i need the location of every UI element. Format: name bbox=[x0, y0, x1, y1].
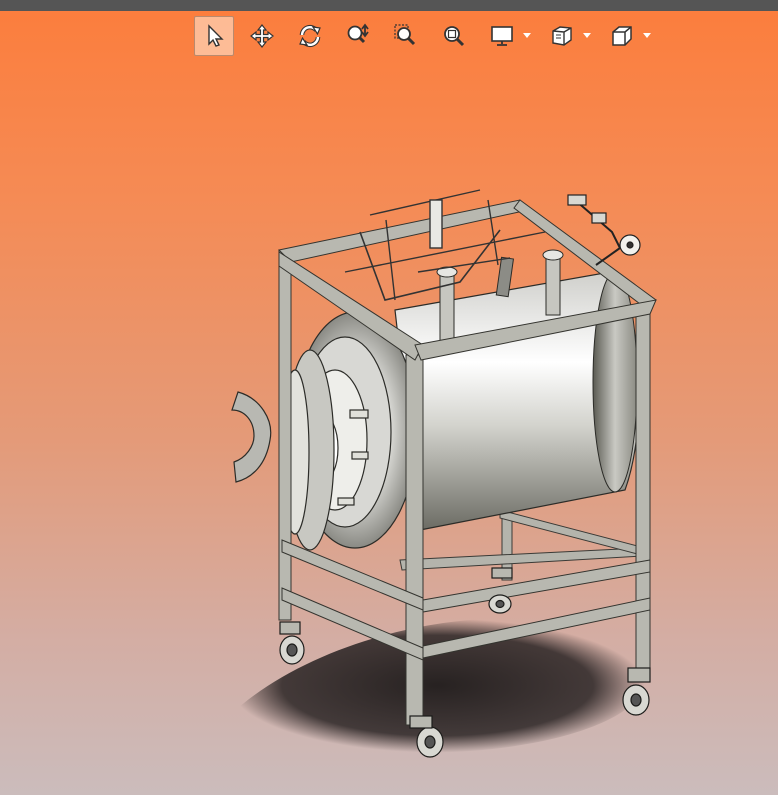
select-tool-button[interactable] bbox=[194, 16, 234, 56]
tank-door bbox=[231, 311, 418, 551]
pan-tool-button[interactable] bbox=[242, 16, 282, 56]
view-toolbar bbox=[194, 16, 662, 56]
3d-viewport[interactable] bbox=[0, 60, 778, 795]
cad-model-render bbox=[230, 189, 657, 758]
rotate-icon bbox=[299, 24, 321, 48]
standard-views-button[interactable] bbox=[602, 16, 642, 56]
zoom-in-out-button[interactable] bbox=[338, 16, 378, 56]
select-cursor-icon bbox=[208, 24, 224, 47]
display-style-button[interactable] bbox=[482, 16, 522, 56]
chevron-down-icon[interactable] bbox=[582, 16, 592, 56]
zoom-fit-button[interactable] bbox=[434, 16, 474, 56]
chevron-down-icon[interactable] bbox=[642, 16, 652, 56]
standard-views-dropdown[interactable] bbox=[602, 16, 652, 56]
pan-move-icon bbox=[250, 24, 274, 48]
zoom-fit-icon bbox=[444, 26, 465, 47]
chevron-down-icon[interactable] bbox=[522, 16, 532, 56]
display-style-dropdown[interactable] bbox=[482, 16, 532, 56]
monitor-display-icon bbox=[491, 26, 513, 46]
view-orientation-icon bbox=[552, 26, 572, 46]
zoom-in-out-icon bbox=[347, 23, 369, 44]
title-bar bbox=[0, 0, 778, 11]
zoom-window-icon bbox=[394, 24, 416, 46]
view-orientation-button[interactable] bbox=[542, 16, 582, 56]
view-orientation-dropdown[interactable] bbox=[542, 16, 592, 56]
rotate-tool-button[interactable] bbox=[290, 16, 330, 56]
zoom-window-button[interactable] bbox=[386, 16, 426, 56]
cube-view-icon bbox=[612, 26, 632, 46]
